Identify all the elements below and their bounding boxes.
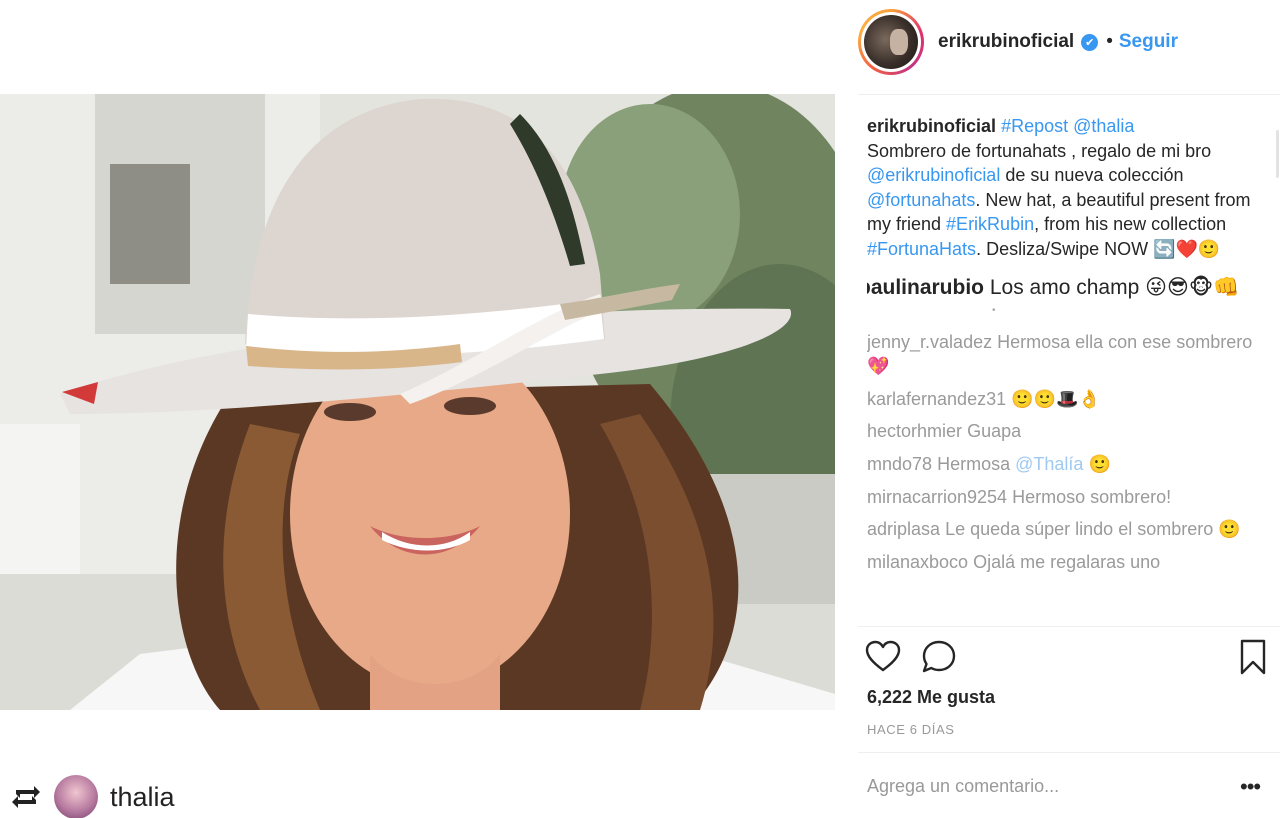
comment-text: Los amo champ 😜😎🐵👊 bbox=[989, 275, 1240, 299]
action-bar bbox=[864, 638, 1272, 678]
caption-text-4: , from his new collection bbox=[1034, 214, 1227, 235]
repost-attribution: thalia bbox=[8, 772, 175, 818]
comment-username[interactable]: paulinarubio bbox=[867, 276, 984, 299]
comment-username[interactable]: jenny_r.valadez bbox=[867, 332, 992, 352]
comment-separator: • bbox=[992, 304, 996, 316]
comment-text: Le queda súper lindo el sombrero 🙂 bbox=[945, 519, 1241, 540]
mention-thalia[interactable]: @thalia bbox=[1073, 116, 1134, 136]
hashtag-repost[interactable]: #Repost bbox=[1001, 116, 1068, 136]
hashtag-fortunahats[interactable]: #FortunaHats bbox=[867, 239, 976, 259]
post-header: erikrubinoficial ✔ • Seguir bbox=[858, 8, 1178, 76]
avatar-image bbox=[864, 15, 918, 69]
post-photo[interactable] bbox=[0, 94, 835, 710]
repost-icon bbox=[12, 786, 40, 808]
comment-username[interactable]: milanaxboco bbox=[867, 552, 968, 572]
comments-fade bbox=[858, 596, 1278, 628]
hashtag-erikrubin[interactable]: #ErikRubin bbox=[946, 214, 1034, 234]
comment-item: milanaxboco Ojalá me regalaras uno bbox=[867, 550, 1267, 575]
actions-divider bbox=[858, 626, 1280, 627]
avatar-frame bbox=[861, 12, 921, 72]
comment-text: Guapa bbox=[967, 421, 1022, 442]
more-options-icon[interactable]: ••• bbox=[1240, 774, 1261, 800]
comment-item: jenny_r.valadez Hermosa ella con ese som… bbox=[867, 330, 1267, 379]
comment-emoji: 🙂 bbox=[1088, 453, 1111, 474]
comment-item: hectorhmier Guapa bbox=[867, 419, 1267, 444]
comment-button[interactable] bbox=[920, 638, 958, 676]
comment-icon bbox=[922, 640, 956, 673]
comment-username[interactable]: adriplasa bbox=[867, 519, 940, 539]
comment-username[interactable]: mndo78 bbox=[867, 454, 932, 474]
header-divider bbox=[858, 94, 1280, 95]
comment-text: Hermoso sombrero! bbox=[1012, 486, 1172, 507]
comment-username[interactable]: karlafernandez31 bbox=[867, 389, 1006, 409]
comment-item: adriplasa Le queda súper lindo el sombre… bbox=[867, 517, 1267, 542]
comment-text: Ojalá me regalaras uno bbox=[973, 551, 1161, 572]
follow-button[interactable]: Seguir bbox=[1119, 31, 1178, 53]
mention-erikrubinoficial[interactable]: @erikrubinoficial bbox=[867, 165, 1000, 185]
like-button[interactable] bbox=[864, 638, 902, 676]
repost-avatar[interactable] bbox=[54, 775, 98, 818]
comment-mention[interactable]: @Thalía bbox=[1015, 454, 1083, 474]
bookmark-icon bbox=[1240, 639, 1266, 675]
save-button[interactable] bbox=[1234, 638, 1272, 676]
add-comment-input[interactable]: Agrega un comentario... bbox=[867, 776, 1059, 797]
caption-text-2: de su nueva colección bbox=[1005, 165, 1184, 186]
repost-username[interactable]: thalia bbox=[110, 782, 175, 813]
caption-username[interactable]: erikrubinoficial bbox=[867, 116, 996, 136]
comments-scrollbar[interactable] bbox=[1276, 130, 1279, 178]
verified-badge-icon: ✔ bbox=[1081, 33, 1099, 51]
comments-section[interactable]: erikrubinoficial #Repost @thalia Sombrer… bbox=[867, 114, 1267, 626]
profile-avatar[interactable] bbox=[858, 9, 924, 75]
header-username[interactable]: erikrubinoficial bbox=[938, 31, 1074, 53]
comment-username[interactable]: mirnacarrion9254 bbox=[867, 487, 1007, 507]
photo-illustration bbox=[0, 94, 835, 710]
post-caption: erikrubinoficial #Repost @thalia Sombrer… bbox=[867, 114, 1267, 262]
heart-icon bbox=[865, 640, 901, 672]
comment-text: Hermosa bbox=[937, 453, 1011, 474]
caption-text-5: . Desliza/Swipe NOW 🔄❤️🙂 bbox=[976, 238, 1221, 259]
caption-text-1: Sombrero de fortunahats , regalo de mi b… bbox=[867, 140, 1212, 161]
comment-text: 🙂🙂🎩👌 bbox=[1011, 388, 1101, 409]
comment-item: mndo78 Hermosa @Thalía 🙂 bbox=[867, 452, 1267, 477]
post-timestamp: HACE 6 DÍAS bbox=[867, 722, 955, 737]
comment-box-divider bbox=[858, 752, 1280, 753]
comment-item: mirnacarrion9254 Hermoso sombrero! bbox=[867, 485, 1267, 510]
likes-count[interactable]: 6,222 Me gusta bbox=[867, 687, 995, 708]
comment-username[interactable]: hectorhmier bbox=[867, 421, 962, 441]
header-separator: • bbox=[1106, 31, 1113, 52]
mention-fortunahats[interactable]: @fortunahats bbox=[867, 190, 975, 210]
comment-item: karlafernandez31 🙂🙂🎩👌 bbox=[867, 387, 1267, 412]
featured-comment: paulinarubio Los amo champ 😜😎🐵👊 bbox=[867, 275, 1267, 300]
